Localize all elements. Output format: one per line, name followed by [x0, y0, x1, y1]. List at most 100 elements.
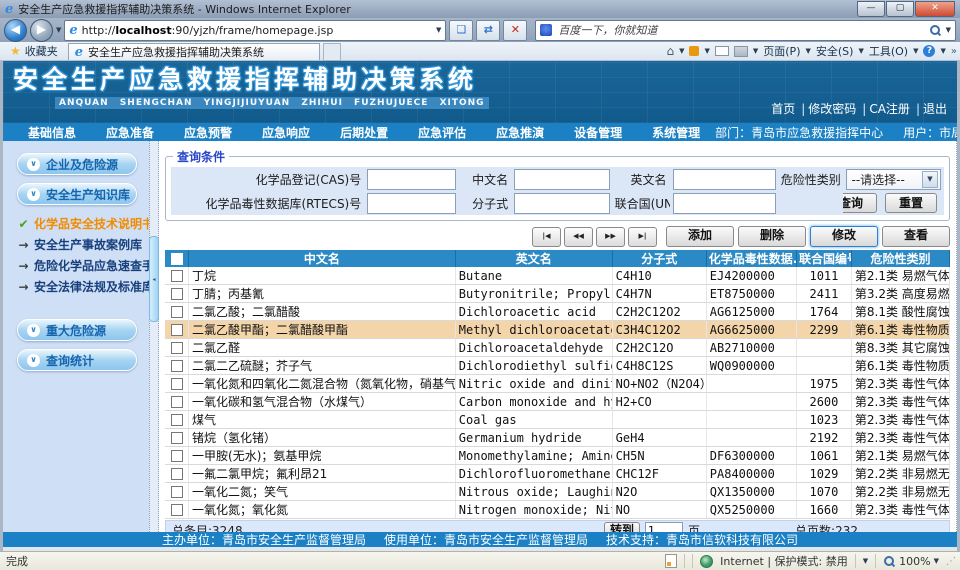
table-row[interactable]: 一氧化碳和氢气混合物（水煤气） Carbon monoxide and hydr…	[165, 393, 950, 411]
stop-button[interactable]: ✕	[503, 20, 527, 41]
search-dropdown-icon[interactable]: ▼	[946, 26, 951, 34]
blocked-popup-icon[interactable]	[665, 554, 677, 568]
search-button[interactable]: 查询	[843, 193, 877, 213]
row-checkbox[interactable]	[171, 396, 183, 408]
cas-input[interactable]	[367, 169, 455, 190]
page-menu[interactable]: 页面(P)	[763, 43, 800, 59]
en-name-input[interactable]	[673, 169, 776, 190]
nav-item[interactable]: 应急响应	[247, 124, 325, 141]
history-dropdown-icon[interactable]: ▼	[56, 26, 61, 34]
table-row[interactable]: 二氯乙酸；二氯醋酸 Dichloroacetic acid C2H2C12O2 …	[165, 303, 950, 321]
nav-item[interactable]: 应急推演	[481, 124, 559, 141]
back-button[interactable]: ◀	[4, 19, 27, 42]
address-dropdown-icon[interactable]: ▼	[436, 26, 441, 34]
row-checkbox[interactable]	[171, 306, 183, 318]
nav-item[interactable]: 设备管理	[559, 124, 637, 141]
nav-item[interactable]: 系统管理	[637, 124, 715, 141]
table-row[interactable]: 二氯二乙硫醚；芥子气 Dichlorodiethyl sulfide; Must…	[165, 357, 950, 375]
row-checkbox[interactable]	[171, 432, 183, 444]
top-link[interactable]: 退出	[910, 100, 947, 117]
home-icon[interactable]: ⌂	[666, 44, 674, 58]
row-checkbox[interactable]	[171, 468, 183, 480]
feeds-icon[interactable]	[689, 46, 699, 56]
close-button[interactable]: ✕	[915, 1, 955, 17]
action-button[interactable]: 查看	[882, 226, 950, 247]
page-menu-dropdown-icon[interactable]: ▼	[805, 47, 810, 55]
tools-menu[interactable]: 工具(O)	[869, 43, 908, 59]
pager-button[interactable]: ▶|	[628, 227, 657, 247]
table-row[interactable]: 煤气 Coal gas 1023 第2.3类 毒性气体	[165, 411, 950, 429]
table-row[interactable]: 丁烷 Butane C4H10 EJ4200000 1011 第2.1类 易燃气…	[165, 267, 950, 285]
row-checkbox[interactable]	[171, 504, 183, 516]
pager-button[interactable]: ▶▶	[596, 227, 625, 247]
new-tab-stub[interactable]	[323, 43, 341, 61]
rtecs-input[interactable]	[367, 193, 455, 214]
pager-button[interactable]: |◀	[532, 227, 561, 247]
table-row[interactable]: 二氯乙酸甲酯；二氯醋酸甲酯 Methyl dichloroacetate C3H…	[165, 321, 950, 339]
home-dropdown-icon[interactable]: ▼	[679, 47, 684, 55]
row-checkbox[interactable]	[171, 486, 183, 498]
reset-button[interactable]: 重置	[885, 193, 937, 213]
nav-item[interactable]: 后期处置	[325, 124, 403, 141]
sidebar-splitter[interactable]: ◂	[149, 141, 159, 532]
row-checkbox[interactable]	[171, 288, 183, 300]
table-row[interactable]: 一氧化二氮；笑气 Nitrous oxide; Laughing gas N2O…	[165, 483, 950, 501]
forward-button[interactable]: ▶	[30, 19, 53, 42]
table-row[interactable]: 一甲胺(无水)；氨基甲烷 Monomethylamine; Aminometha…	[165, 447, 950, 465]
help-icon[interactable]: ?	[923, 45, 935, 57]
select-all-checkbox[interactable]	[171, 253, 183, 265]
favorites-button[interactable]: ★ 收藏夹	[3, 43, 65, 59]
action-button[interactable]: 删除	[738, 226, 806, 247]
maximize-button[interactable]: ▢	[886, 1, 914, 17]
help-dropdown-icon[interactable]: ▼	[940, 47, 945, 55]
row-checkbox[interactable]	[171, 378, 183, 390]
safety-menu-dropdown-icon[interactable]: ▼	[858, 47, 863, 55]
top-link[interactable]: CA注册	[856, 100, 910, 117]
hazard-select[interactable]: --请选择-- ▼	[846, 169, 941, 190]
row-checkbox[interactable]	[171, 450, 183, 462]
compatibility-view-button[interactable]: ❏	[449, 20, 473, 41]
safety-menu[interactable]: 安全(S)	[816, 43, 854, 59]
tools-menu-dropdown-icon[interactable]: ▼	[913, 47, 918, 55]
sidebar-item[interactable]: 安全生产事故案例库	[17, 234, 149, 255]
search-input[interactable]	[556, 23, 924, 38]
sidebar-panel-hazards[interactable]: ∨ 重大危险源	[17, 319, 137, 341]
pager-button[interactable]: ◀◀	[564, 227, 593, 247]
search-magnifier-icon[interactable]	[929, 24, 942, 37]
zoom-dropdown-icon[interactable]: ▼	[934, 557, 939, 565]
row-checkbox[interactable]	[171, 342, 183, 354]
zoom-control[interactable]: 100% ▼	[883, 555, 939, 568]
resize-grip[interactable]: ⋰	[946, 556, 954, 567]
more-commands-icon[interactable]: »	[951, 46, 957, 57]
formula-input[interactable]	[514, 193, 610, 214]
row-checkbox[interactable]	[171, 414, 183, 426]
row-checkbox[interactable]	[171, 324, 183, 336]
top-link[interactable]: 修改密码	[795, 100, 856, 117]
sidebar-panel-enterprise[interactable]: ∨ 企业及危险源	[17, 153, 137, 175]
nav-item[interactable]: 基础信息	[13, 124, 91, 141]
table-row[interactable]: 一氧化氮；氧化氮 Nitrogen monoxide; Nitric oxide…	[165, 501, 950, 519]
cn-name-input[interactable]	[514, 169, 610, 190]
row-checkbox[interactable]	[171, 360, 183, 372]
feeds-dropdown-icon[interactable]: ▼	[704, 47, 709, 55]
table-row[interactable]: 锗烷（氢化锗） Germanium hydride GeH4 2192 第2.3…	[165, 429, 950, 447]
print-icon[interactable]	[734, 46, 748, 57]
print-dropdown-icon[interactable]: ▼	[753, 47, 758, 55]
read-mail-icon[interactable]	[715, 46, 729, 56]
top-link[interactable]: 首页	[771, 100, 795, 117]
nav-item[interactable]: 应急准备	[91, 124, 169, 141]
protected-mode-dropdown-icon[interactable]: ▼	[863, 557, 868, 565]
search-box[interactable]: ▼	[535, 20, 956, 41]
nav-item[interactable]: 应急预警	[169, 124, 247, 141]
row-checkbox[interactable]	[171, 270, 183, 282]
sidebar-panel-statistics[interactable]: ∨ 查询统计	[17, 349, 137, 371]
table-row[interactable]: 一氟二氯甲烷；氟利昂21 Dichlorofluoromethane; Freo…	[165, 465, 950, 483]
table-row[interactable]: 丁腈；丙基氰 Butyronitrile; Propyl cyanide C4H…	[165, 285, 950, 303]
minimize-button[interactable]: —	[857, 1, 885, 17]
splitter-collapse-handle[interactable]: ◂	[149, 236, 159, 322]
nav-item[interactable]: 应急评估	[403, 124, 481, 141]
un-input[interactable]	[673, 193, 776, 214]
sidebar-item[interactable]: 化学品安全技术说明书	[17, 213, 149, 234]
table-row[interactable]: 一氧化氮和四氧化二氮混合物（氮氧化物，硝基气，氧化氮气体） Nitric oxi…	[165, 375, 950, 393]
action-button[interactable]: 添加	[666, 226, 734, 247]
